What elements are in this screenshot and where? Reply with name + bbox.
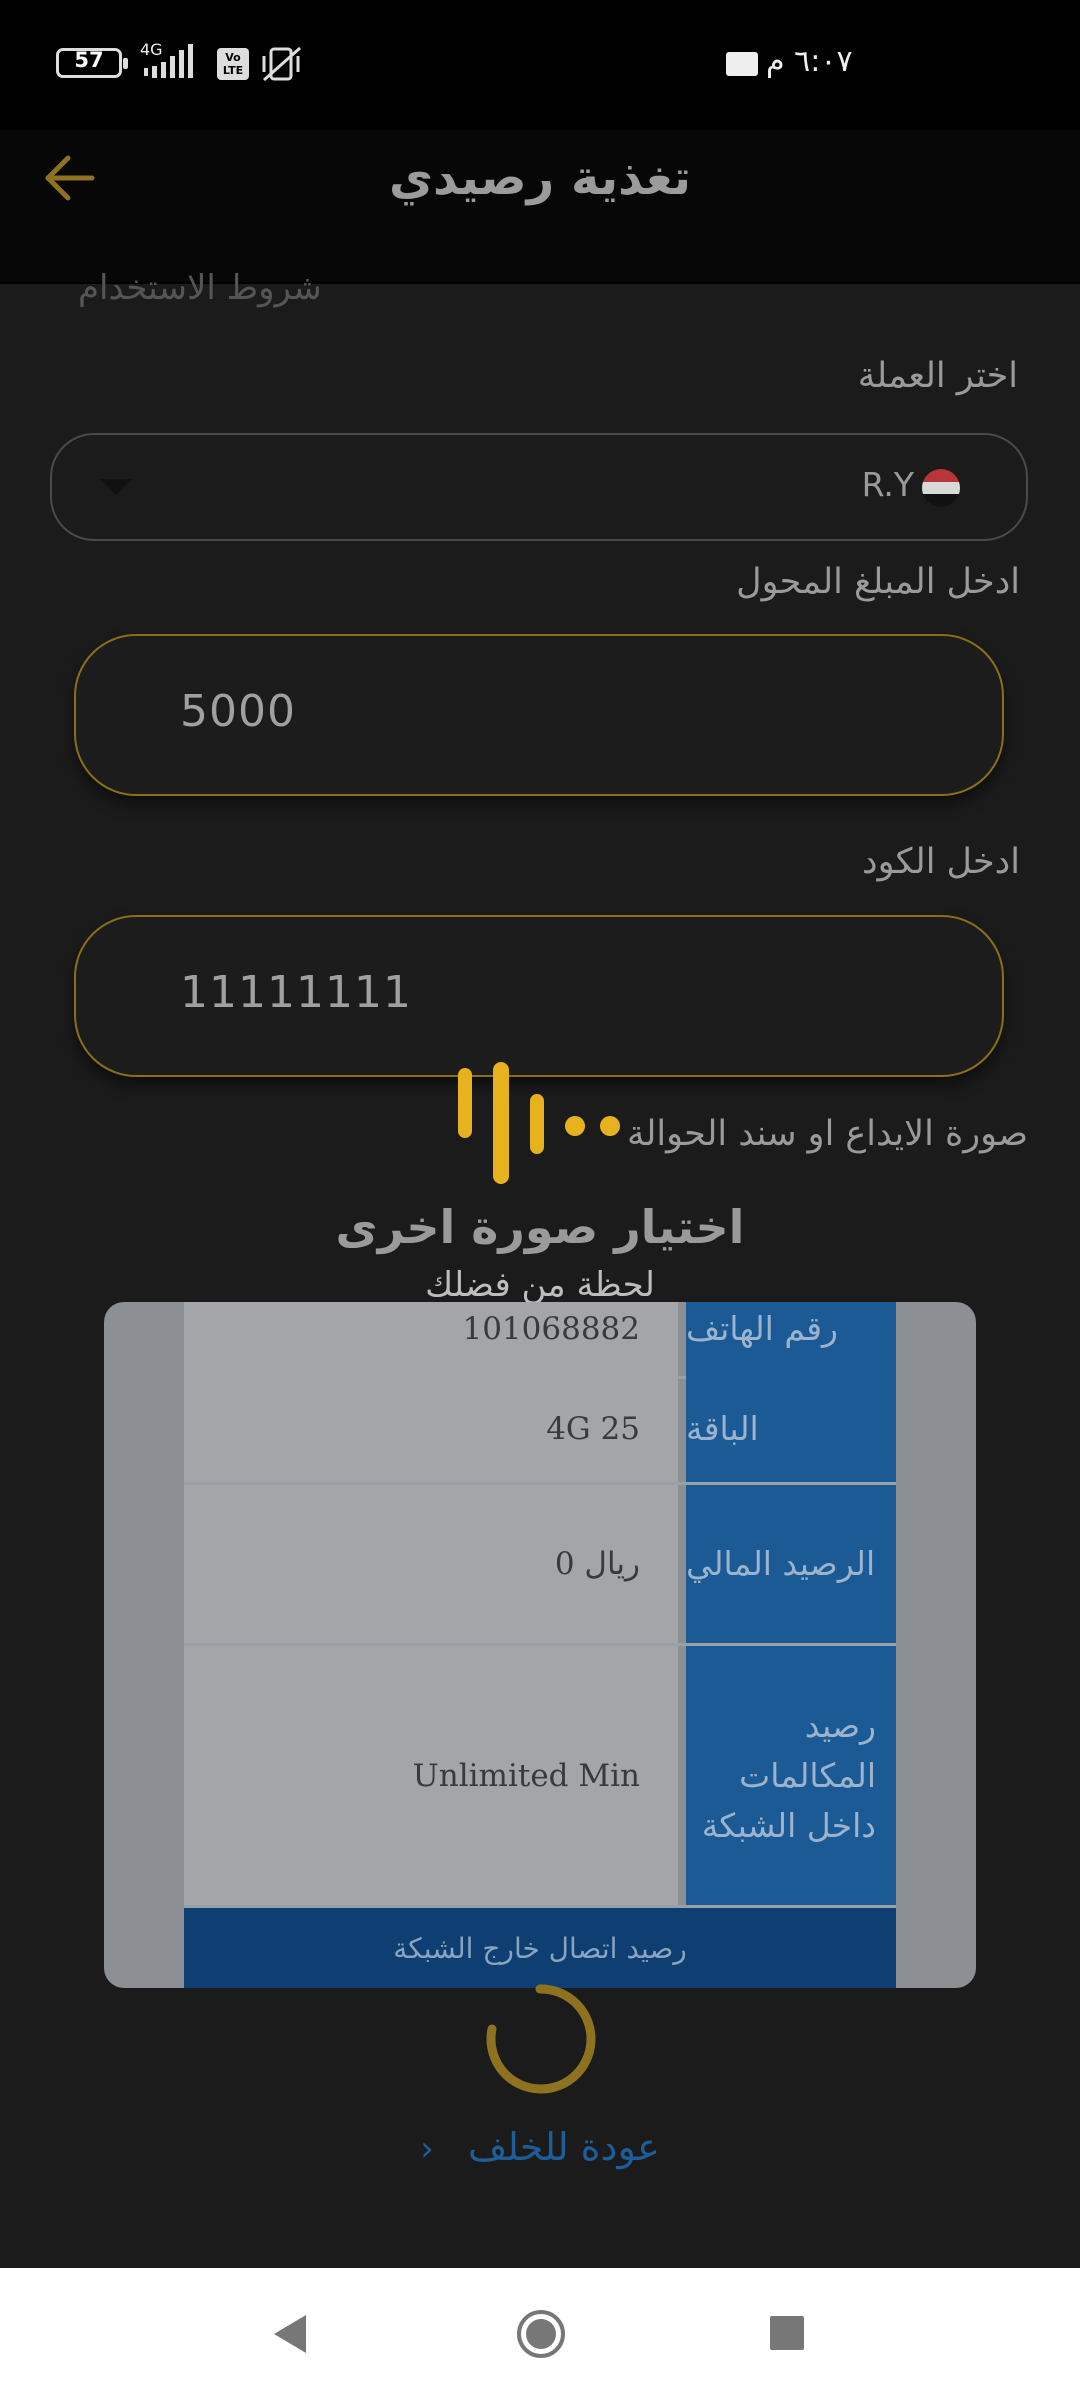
terms-link[interactable]: شروط الاستخدام — [78, 268, 322, 308]
table-row: Unlimited Min رصيد المكالمات داخل الشبكة — [184, 1646, 896, 1908]
receipt-footer: رصيد اتصال خارج الشبكة — [184, 1908, 896, 1988]
receipt-label: صورة الايداع او سند الحوالة — [626, 1114, 1028, 1154]
notification-icon — [726, 52, 758, 76]
amount-field[interactable]: 5000 — [74, 634, 1004, 796]
signal-icon: 4G — [138, 40, 208, 82]
currency-select[interactable]: R.Y — [50, 433, 1028, 541]
table-row: 0 ريال الرصيد المالي — [184, 1485, 896, 1646]
spinner-icon — [486, 1984, 596, 2094]
page-title: تغذية رصيدي — [388, 150, 691, 206]
navigation-bar — [0, 2268, 1080, 2400]
nav-back-icon[interactable] — [270, 2313, 310, 2355]
nav-home-icon[interactable] — [515, 2308, 567, 2360]
table-row: 4G 25 الباقة — [184, 1376, 896, 1485]
chevron-down-icon — [100, 479, 132, 495]
amount-label: ادخل المبلغ المحول — [736, 562, 1020, 602]
yemen-flag-icon — [922, 469, 960, 507]
loading-message: لحظة من فضلك — [425, 1265, 655, 1305]
back-link[interactable]: عودة للخلف ‹ — [0, 2125, 1080, 2169]
clock: ٦:٠٧ م — [766, 44, 853, 79]
code-field[interactable]: 11111111 — [74, 915, 1004, 1077]
currency-value: R.Y — [861, 465, 914, 504]
table-row: 101068882 رقم الهاتف — [184, 1302, 896, 1379]
currency-label: اختر العملة — [857, 356, 1018, 396]
status-bar: 57 4G Vo LTE ٦:٠٧ م — [0, 0, 1080, 130]
choose-other-image-button[interactable]: اختيار صورة اخرى — [0, 1200, 1080, 1254]
nav-recents-icon[interactable] — [770, 2316, 804, 2350]
chevron-left-icon: ‹ — [420, 2129, 434, 2169]
code-label: ادخل الكود — [862, 842, 1020, 882]
battery-icon: 57 — [56, 48, 128, 78]
receipt-image[interactable]: 101068882 رقم الهاتف 4G 25 الباقة 0 ريال… — [104, 1302, 976, 1988]
volte-icon: Vo LTE — [217, 48, 249, 80]
vibrate-off-icon — [262, 46, 301, 82]
loading-bars-icon — [458, 1062, 620, 1184]
